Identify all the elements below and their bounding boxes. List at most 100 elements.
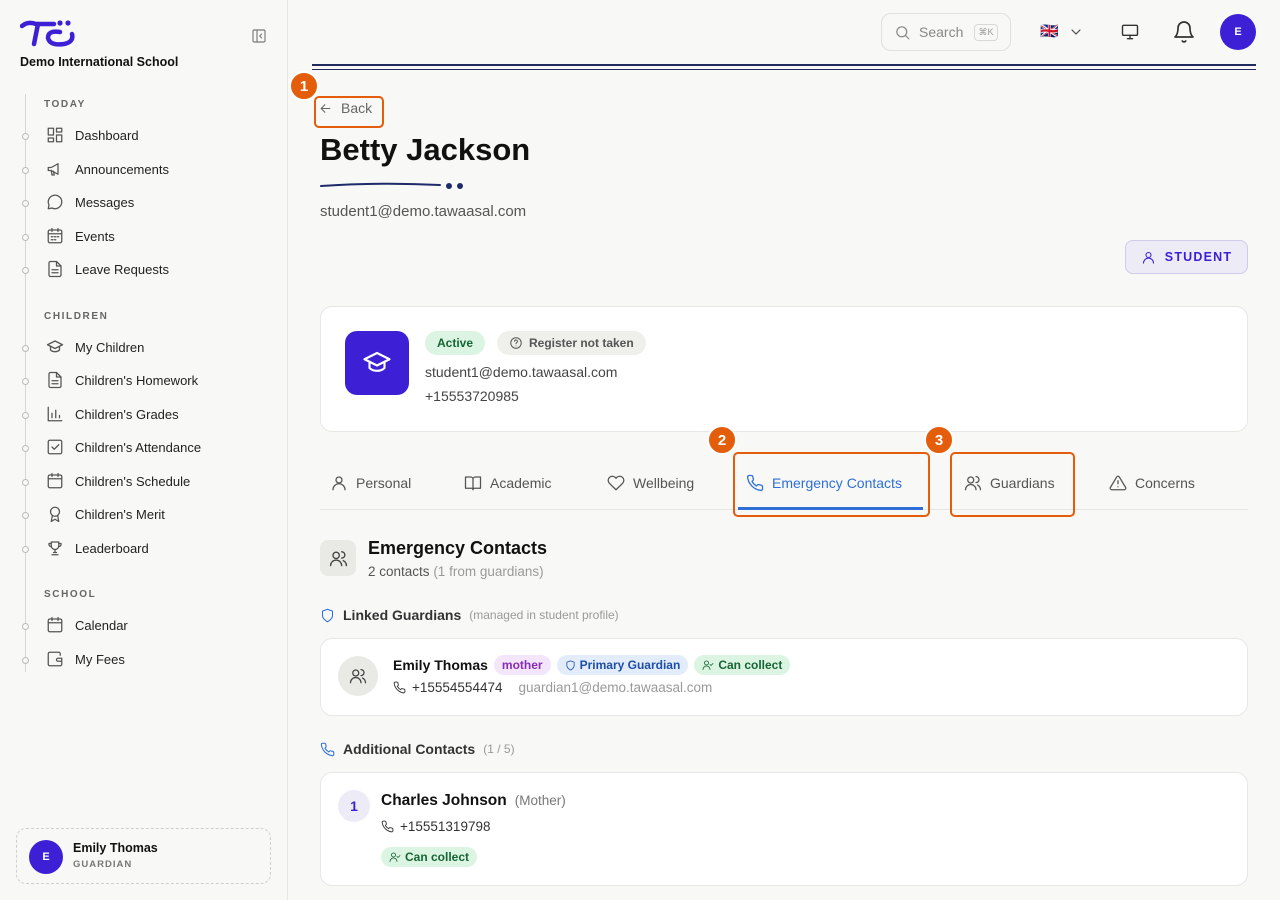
guardian-name: Emily Thomas bbox=[393, 657, 488, 673]
sidebar-item-childrens-homework[interactable]: Children's Homework bbox=[20, 365, 280, 395]
sidebar-item-calendar[interactable]: Calendar bbox=[20, 610, 280, 640]
guardian-card[interactable]: Emily Thomas mother Primary Guardian Can… bbox=[320, 638, 1248, 716]
register-badge: Register not taken bbox=[497, 331, 646, 355]
user-check-icon bbox=[702, 660, 714, 670]
school-name: Demo International School bbox=[20, 55, 179, 69]
sidebar-item-announcements[interactable]: Announcements bbox=[20, 154, 280, 184]
sidebar-item-leave-requests[interactable]: Leave Requests bbox=[20, 254, 280, 284]
linked-guardians-header: Linked Guardians (managed in student pro… bbox=[320, 607, 619, 623]
graduation-cap-icon bbox=[46, 340, 64, 353]
sidebar-item-childrens-schedule[interactable]: Children's Schedule bbox=[20, 466, 280, 496]
sidebar-item-my-fees[interactable]: My Fees bbox=[20, 644, 280, 674]
document-icon bbox=[48, 371, 62, 389]
user-icon bbox=[332, 476, 346, 491]
section-icon-box bbox=[320, 540, 356, 576]
sidebar-item-dashboard[interactable]: Dashboard bbox=[20, 120, 280, 150]
user-icon bbox=[1142, 251, 1154, 264]
contact-name: Charles Johnson bbox=[381, 792, 507, 809]
search-icon bbox=[896, 26, 910, 40]
section-today: TODAY bbox=[44, 99, 86, 110]
section-school: SCHOOL bbox=[44, 589, 97, 600]
contact-phone: +15551319798 bbox=[400, 819, 491, 834]
header-divider-thin bbox=[312, 69, 1256, 70]
phone-icon bbox=[381, 820, 394, 833]
phone-icon bbox=[320, 742, 335, 756]
monitor-icon[interactable] bbox=[1120, 22, 1140, 42]
sidebar-item-label: Leaderboard bbox=[75, 541, 149, 556]
megaphone-icon bbox=[47, 163, 59, 176]
search-box[interactable]: Search ⌘K bbox=[881, 13, 1011, 51]
sidebar-item-label: Events bbox=[75, 229, 115, 244]
can-collect-label: Can collect bbox=[718, 658, 783, 672]
can-collect-badge: Can collect bbox=[694, 655, 791, 675]
sidebar-item-label: My Fees bbox=[75, 652, 125, 667]
profile-email: student1@demo.tawaasal.com bbox=[425, 364, 618, 380]
sidebar-item-childrens-attendance[interactable]: Children's Attendance bbox=[20, 432, 280, 462]
search-placeholder: Search bbox=[919, 24, 964, 40]
user-avatar: E bbox=[29, 840, 63, 874]
additional-contacts-title: Additional Contacts bbox=[343, 741, 476, 757]
can-collect-label: Can collect bbox=[405, 850, 470, 864]
contact-name-row: Charles Johnson (Mother) bbox=[381, 792, 566, 810]
user-name: Emily Thomas bbox=[73, 841, 158, 855]
register-badge-label: Register not taken bbox=[529, 336, 634, 350]
guardian-avatar bbox=[338, 656, 378, 696]
primary-guardian-label: Primary Guardian bbox=[579, 658, 681, 672]
profile-avatar bbox=[345, 331, 409, 395]
sidebar-item-label: Children's Attendance bbox=[75, 440, 202, 455]
section-summary: 2 contacts (1 from guardians) bbox=[368, 564, 544, 579]
book-open-icon bbox=[464, 476, 482, 491]
header-divider bbox=[312, 64, 1256, 66]
callout-highlight-back bbox=[314, 96, 384, 128]
contacts-count: 2 contacts bbox=[368, 564, 430, 579]
header-avatar[interactable]: E bbox=[1220, 14, 1256, 50]
user-check-icon bbox=[389, 852, 401, 862]
sidebar-item-messages[interactable]: Messages bbox=[20, 187, 280, 217]
guardian-name-row: Emily Thomas mother Primary Guardian Can… bbox=[393, 655, 791, 675]
tab-academic[interactable]: Academic bbox=[464, 468, 551, 498]
callout-badge-2: 2 bbox=[707, 425, 737, 455]
guardian-email: guardian1@demo.tawaasal.com bbox=[518, 680, 713, 695]
sidebar-item-label: Calendar bbox=[75, 618, 128, 633]
status-badge: Active bbox=[425, 331, 486, 355]
section-children: CHILDREN bbox=[44, 311, 109, 322]
shield-icon bbox=[566, 660, 575, 670]
chevron-down-icon[interactable] bbox=[1068, 24, 1084, 40]
tab-wellbeing[interactable]: Wellbeing bbox=[607, 468, 694, 498]
section-title: Emergency Contacts bbox=[368, 538, 548, 558]
users-icon bbox=[329, 550, 347, 566]
sidebar-item-childrens-merit[interactable]: Children's Merit bbox=[20, 499, 280, 529]
sidebar-item-label: Leave Requests bbox=[75, 262, 169, 277]
sidebar-collapse-icon[interactable] bbox=[251, 28, 267, 44]
heart-icon bbox=[607, 475, 625, 491]
search-shortcut: ⌘K bbox=[974, 24, 998, 41]
sidebar-item-label: My Children bbox=[75, 340, 145, 355]
calendar-icon bbox=[47, 472, 63, 489]
sidebar: Demo International School TODAY Dashboar… bbox=[0, 0, 288, 900]
tab-label: Wellbeing bbox=[633, 475, 695, 491]
document-icon bbox=[48, 260, 62, 278]
role-badge-label: STUDENT bbox=[1164, 250, 1233, 264]
sidebar-item-my-children[interactable]: My Children bbox=[20, 332, 280, 362]
bell-icon[interactable] bbox=[1172, 20, 1196, 44]
sidebar-item-label: Children's Grades bbox=[75, 407, 179, 422]
additional-contact-card[interactable]: 1 Charles Johnson (Mother) +15551319798 … bbox=[320, 772, 1248, 886]
phone-icon bbox=[393, 681, 406, 694]
tab-personal[interactable]: Personal bbox=[330, 468, 411, 498]
callout-highlight-guardians-tab bbox=[950, 452, 1075, 517]
additional-contacts-count: (1 / 5) bbox=[483, 742, 515, 756]
tab-concerns[interactable]: Concerns bbox=[1109, 468, 1195, 498]
contact-index-badge: 1 bbox=[338, 790, 370, 822]
user-profile-card[interactable]: E Emily Thomas GUARDIAN bbox=[16, 828, 271, 884]
sidebar-item-label: Messages bbox=[75, 195, 135, 210]
graduation-cap-icon bbox=[363, 351, 391, 372]
users-icon bbox=[349, 668, 367, 684]
sidebar-item-childrens-grades[interactable]: Children's Grades bbox=[20, 399, 280, 429]
language-flag-icon[interactable]: 🇬🇧 bbox=[1040, 22, 1059, 40]
contact-relation: (Mother) bbox=[514, 793, 566, 808]
tab-label: Personal bbox=[356, 475, 412, 491]
sidebar-item-events[interactable]: Events bbox=[20, 221, 280, 251]
relation-badge: mother bbox=[493, 655, 551, 675]
linked-guardians-note: (managed in student profile) bbox=[469, 608, 619, 622]
sidebar-item-leaderboard[interactable]: Leaderboard bbox=[20, 533, 280, 563]
